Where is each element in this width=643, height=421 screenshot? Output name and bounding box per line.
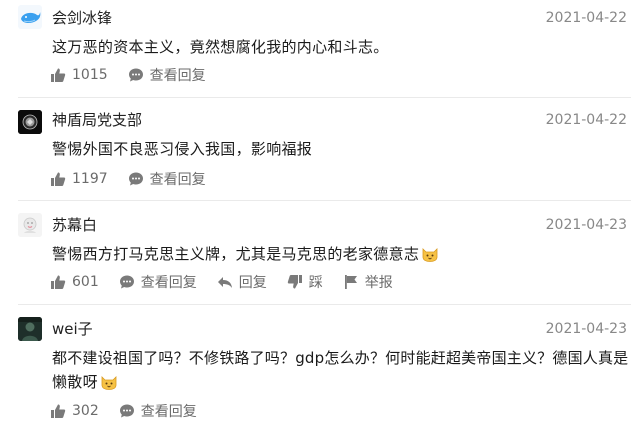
thumbs-up-icon [51, 404, 66, 418]
cat-face-emoji-icon [421, 245, 439, 269]
comment-item: 会剑冰锋 2021-04-22 这万恶的资本主义，竟然想腐化我的内心和斗志。 1… [0, 0, 643, 100]
dark-photo-avatar-icon [18, 317, 42, 341]
avatar[interactable] [18, 213, 42, 237]
view-replies-label: 查看回复 [140, 275, 197, 291]
flag-icon [344, 275, 357, 289]
chat-bubble-icon [128, 172, 143, 186]
like-button[interactable]: 302 [50, 403, 99, 419]
comment-text-line: 都不建设祖国了吗？不修铁路了吗？gdp怎么办？何时能赶超美帝国主义？德国人真是 [52, 349, 629, 367]
comment-text-content: 懒散呀 [52, 373, 98, 391]
avatar[interactable] [18, 5, 42, 29]
comment-date: 2021-04-23 [545, 217, 627, 233]
username[interactable]: wei子 [52, 319, 93, 339]
reply-button[interactable]: 回复 [217, 272, 267, 292]
comment-text-line: 懒散呀 [52, 371, 629, 397]
comment-text: 警惕西方打马克思主义牌，尤其是马克思的老家德意志 [52, 243, 629, 269]
like-count: 1015 [72, 67, 108, 83]
username[interactable]: 神盾局党支部 [52, 110, 142, 130]
comment-item: wei子 2021-04-23 都不建设祖国了吗？不修铁路了吗？gdp怎么办？何… [0, 305, 643, 421]
like-button[interactable]: 601 [50, 274, 99, 290]
chat-bubble-icon [128, 68, 143, 82]
report-label: 举报 [364, 275, 393, 291]
thumbs-up-icon [51, 275, 66, 289]
shield-emblem-avatar-icon [18, 110, 42, 134]
view-replies-button[interactable]: 查看回复 [128, 169, 206, 189]
reply-arrow-icon [217, 277, 232, 288]
reply-label: 回复 [238, 275, 267, 291]
comment-text: 警惕外国不良恶习侵入我国，影响福报 [52, 140, 313, 158]
comment-text-content: 警惕西方打马克思主义牌，尤其是马克思的老家德意志 [52, 245, 420, 263]
comment-text: 都不建设祖国了吗？不修铁路了吗？gdp怎么办？何时能赶超美帝国主义？德国人真是 … [52, 347, 629, 397]
thumbs-up-icon [51, 172, 66, 186]
comment-actions: 601 查看回复 回复 踩 举报 [50, 272, 413, 292]
report-button[interactable]: 举报 [343, 272, 393, 292]
comment-date: 2021-04-22 [545, 112, 627, 128]
like-button[interactable]: 1015 [50, 67, 108, 83]
chat-bubble-icon [119, 404, 134, 418]
like-count: 302 [72, 403, 99, 419]
dislike-label: 踩 [308, 275, 323, 291]
view-replies-button[interactable]: 查看回复 [128, 65, 206, 85]
thumbs-up-icon [51, 68, 66, 82]
comment-item: 苏幕白 2021-04-23 警惕西方打马克思主义牌，尤其是马克思的老家德意志 … [0, 201, 643, 303]
whale-avatar-icon [18, 5, 42, 29]
view-replies-button[interactable]: 查看回复 [119, 272, 197, 292]
comment-actions: 1197 查看回复 [50, 169, 226, 189]
view-replies-label: 查看回复 [140, 404, 197, 420]
comment-actions: 1015 查看回复 [50, 65, 226, 85]
comment-item: 神盾局党支部 2021-04-22 警惕外国不良恶习侵入我国，影响福报 1197… [0, 98, 643, 198]
comment-date: 2021-04-22 [545, 10, 627, 26]
chat-bubble-icon [119, 275, 134, 289]
view-replies-label: 查看回复 [149, 172, 206, 188]
view-replies-label: 查看回复 [149, 68, 206, 84]
like-count: 1197 [72, 171, 108, 187]
comment-date: 2021-04-23 [545, 321, 627, 337]
view-replies-button[interactable]: 查看回复 [119, 401, 197, 421]
avatar[interactable] [18, 317, 42, 341]
username[interactable]: 苏幕白 [52, 215, 97, 235]
comment-text: 这万恶的资本主义，竟然想腐化我的内心和斗志。 [52, 38, 389, 56]
cartoon-avatar-icon [18, 213, 42, 237]
comment-actions: 302 查看回复 [50, 401, 217, 421]
like-count: 601 [72, 274, 99, 290]
cat-face-emoji-icon [100, 373, 118, 397]
dislike-button[interactable]: 踩 [287, 272, 323, 292]
username[interactable]: 会剑冰锋 [52, 8, 112, 28]
thumbs-down-icon [287, 275, 302, 289]
avatar[interactable] [18, 110, 42, 134]
like-button[interactable]: 1197 [50, 171, 108, 187]
